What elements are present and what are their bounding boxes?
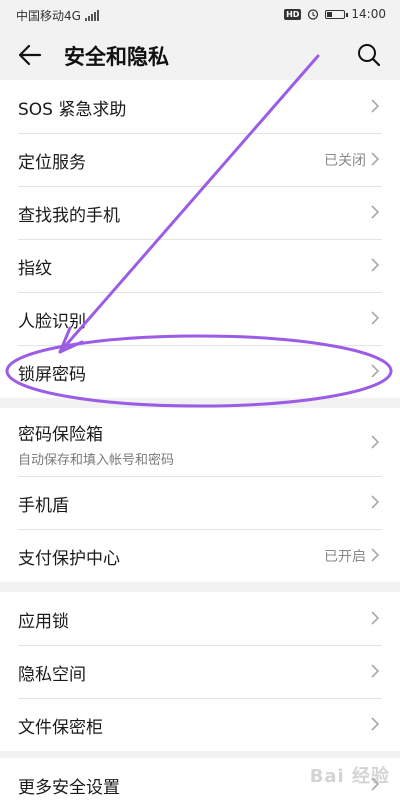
menu-item-lock-screen-password[interactable]: 锁屏密码 xyxy=(0,345,400,398)
menu-item-label: 查找我的手机 xyxy=(18,206,120,226)
status-bar: 中国移动4G HD 14:00 xyxy=(0,0,400,30)
menu-item-label: 密码保险箱 xyxy=(18,425,103,445)
menu-item-label: SOS 紧急求助 xyxy=(18,100,127,120)
menu-item-label: 人脸识别 xyxy=(18,312,86,332)
menu-item-phone-shield[interactable]: 手机盾 xyxy=(0,476,400,529)
back-arrow-icon[interactable] xyxy=(16,42,44,68)
menu-item-face-recognition[interactable]: 人脸识别 xyxy=(0,292,400,345)
status-text: 已开启 xyxy=(324,549,366,565)
search-icon[interactable] xyxy=(356,42,382,68)
menu-item-label: 定位服务 xyxy=(18,153,86,173)
menu-item-label: 手机盾 xyxy=(18,496,69,516)
menu-item-label: 应用锁 xyxy=(18,612,69,632)
watermark-logo: Bai 经验 xyxy=(309,766,390,787)
menu-item-label: 指纹 xyxy=(18,259,52,279)
menu-item-label: 锁屏密码 xyxy=(18,365,86,385)
chevron-right-icon xyxy=(371,495,380,509)
status-left: 中国移动4G xyxy=(16,7,99,24)
menu-item-file-safe[interactable]: 文件保密柜 xyxy=(0,698,400,751)
alarm-icon xyxy=(308,9,319,20)
chevron-right-icon xyxy=(371,152,380,166)
menu-item-app-lock[interactable]: 应用锁 xyxy=(0,592,400,645)
menu-item-label: 文件保密柜 xyxy=(18,718,103,738)
menu-item-fingerprint[interactable]: 指纹 xyxy=(0,239,400,292)
menu-item-payment-protection[interactable]: 支付保护中心 已开启 xyxy=(0,529,400,582)
settings-group-3: 应用锁 隐私空间 文件保密柜 xyxy=(0,592,400,751)
menu-item-sos[interactable]: SOS 紧急求助 xyxy=(0,80,400,133)
chevron-right-icon xyxy=(371,205,380,219)
chevron-right-icon xyxy=(371,258,380,272)
chevron-right-icon xyxy=(371,311,380,325)
app-header: 安全和隐私 xyxy=(0,30,400,80)
settings-group-2: 密码保险箱 自动保存和填入帐号和密码 手机盾 支付保护中心 已开启 xyxy=(0,408,400,582)
clock: 14:00 xyxy=(351,7,386,21)
signal-icon xyxy=(84,10,99,21)
chevron-right-icon xyxy=(371,435,380,449)
battery-icon xyxy=(325,9,349,19)
menu-item-find-phone[interactable]: 查找我的手机 xyxy=(0,186,400,239)
menu-item-label: 支付保护中心 xyxy=(18,549,120,569)
chevron-right-icon xyxy=(371,664,380,678)
menu-item-label: 更多安全设置 xyxy=(18,778,120,798)
chevron-right-icon xyxy=(371,548,380,562)
chevron-right-icon xyxy=(371,611,380,625)
chevron-right-icon xyxy=(371,364,380,378)
menu-item-password-vault[interactable]: 密码保险箱 自动保存和填入帐号和密码 xyxy=(0,408,400,476)
menu-item-label: 隐私空间 xyxy=(18,665,86,685)
status-text: 已关闭 xyxy=(324,153,366,169)
chevron-right-icon xyxy=(371,99,380,113)
menu-item-private-space[interactable]: 隐私空间 xyxy=(0,645,400,698)
menu-item-subtitle: 自动保存和填入帐号和密码 xyxy=(18,453,175,468)
hd-icon: HD xyxy=(284,8,302,20)
status-right: HD 14:00 xyxy=(284,7,386,21)
menu-item-location[interactable]: 定位服务 已关闭 xyxy=(0,133,400,186)
page-title: 安全和隐私 xyxy=(64,45,169,69)
chevron-right-icon xyxy=(371,717,380,731)
carrier-label: 中国移动4G xyxy=(16,9,81,23)
settings-group-1: SOS 紧急求助 定位服务 已关闭 查找我的手机 指纹 人脸识别 锁屏密码 xyxy=(0,80,400,398)
